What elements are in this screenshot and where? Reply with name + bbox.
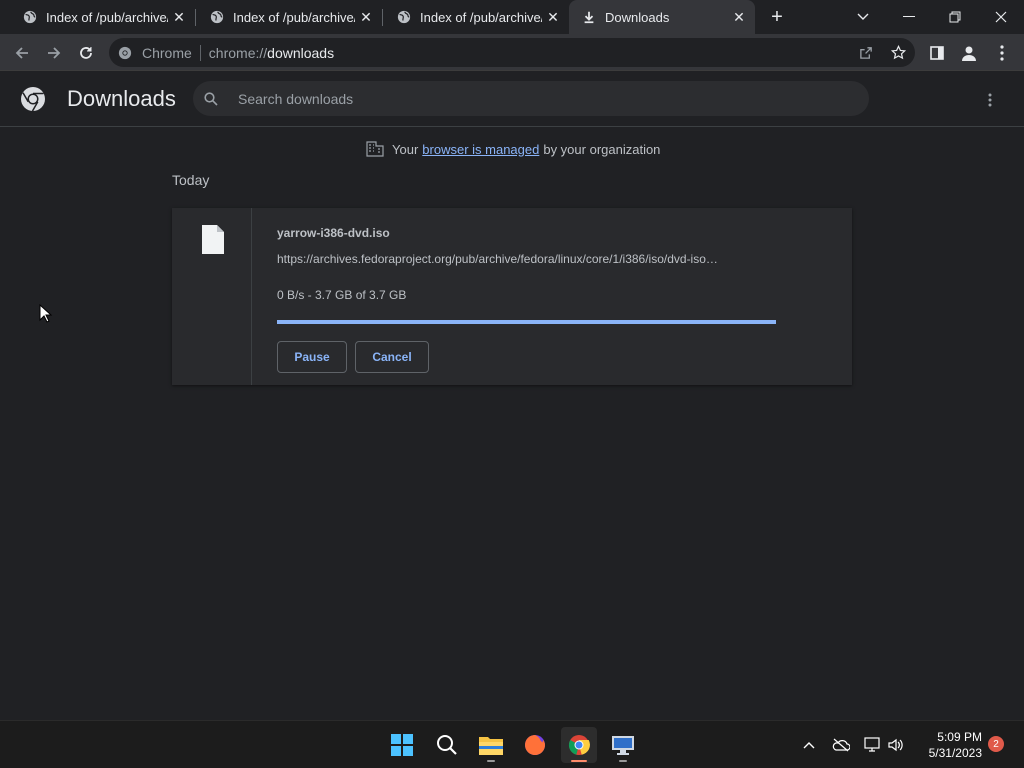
tab-downloads[interactable]: Downloads ✕ — [569, 0, 755, 34]
file-explorer-icon[interactable] — [473, 727, 509, 763]
managed-suffix: by your organization — [543, 141, 661, 157]
search-downloads-field[interactable] — [193, 81, 869, 116]
site-chip: Chrome — [142, 44, 192, 61]
file-icon — [202, 225, 224, 254]
download-icon — [581, 9, 597, 25]
running-indicator — [619, 760, 627, 762]
globe-icon — [396, 9, 412, 25]
mouse-cursor-icon — [39, 304, 53, 323]
globe-icon — [209, 9, 225, 25]
download-status: 0 B/s - 3.7 GB of 3.7 GB — [277, 288, 407, 302]
download-item: yarrow-i386-dvd.iso https://archives.fed… — [172, 208, 852, 385]
bookmark-star-icon[interactable] — [887, 41, 909, 63]
tab-index-1[interactable]: Index of /pub/archive/f ✕ — [0, 0, 195, 34]
clock-time: 5:09 PM — [937, 730, 982, 744]
cancel-button[interactable]: Cancel — [355, 341, 429, 373]
firefox-icon[interactable] — [517, 727, 553, 763]
minimize-icon[interactable] — [886, 0, 932, 34]
download-filename[interactable]: yarrow-i386-dvd.iso — [277, 226, 390, 240]
chrome-menu-icon[interactable] — [988, 39, 1016, 67]
running-indicator — [487, 760, 495, 762]
forward-icon[interactable] — [40, 39, 68, 67]
reload-icon[interactable] — [72, 39, 100, 67]
tab-title: Index of /pub/archive/f — [420, 9, 542, 25]
windows-taskbar: 5:09 PM 5/31/2023 2 — [0, 720, 1024, 768]
download-progress-bar — [277, 320, 776, 324]
onedrive-icon[interactable] — [831, 735, 851, 755]
show-hidden-icons-icon[interactable] — [799, 735, 819, 755]
active-indicator — [571, 760, 587, 762]
tab-search-icon[interactable] — [840, 0, 886, 34]
tab-title: Index of /pub/archive/f — [46, 9, 168, 25]
tab-index-2[interactable]: Index of /pub/archive/f ✕ — [187, 0, 382, 34]
remote-desktop-icon[interactable] — [605, 727, 641, 763]
share-icon[interactable] — [855, 41, 877, 63]
file-icon-column — [172, 208, 252, 385]
restore-icon[interactable] — [932, 0, 978, 34]
address-bar[interactable]: Chrome chrome://downloads — [109, 38, 915, 67]
managed-notice: Your browser is managed by your organiza… — [366, 141, 660, 157]
profile-icon[interactable] — [955, 39, 983, 67]
volume-icon[interactable] — [886, 735, 906, 755]
start-icon[interactable] — [384, 727, 420, 763]
downloads-header: Downloads — [0, 72, 1024, 127]
pause-button[interactable]: Pause — [277, 341, 347, 373]
building-icon — [366, 141, 384, 157]
back-icon[interactable] — [8, 39, 36, 67]
tab-title: Index of /pub/archive/f — [233, 9, 355, 25]
system-clock[interactable]: 5:09 PM 5/31/2023 — [914, 729, 982, 761]
search-input[interactable] — [238, 90, 838, 107]
download-url[interactable]: https://archives.fedoraproject.org/pub/a… — [277, 252, 777, 266]
tab-strip: Index of /pub/archive/f ✕ Index of /pub/… — [0, 0, 1024, 34]
chrome-logo-icon — [21, 87, 45, 112]
search-icon — [204, 91, 220, 107]
url-text: chrome://downloads — [208, 44, 335, 61]
close-tab-icon[interactable]: ✕ — [171, 9, 187, 25]
chrome-taskbar-icon[interactable] — [561, 727, 597, 763]
tab-title: Downloads — [605, 9, 670, 25]
more-actions-icon[interactable] — [978, 88, 1002, 112]
page-title: Downloads — [67, 86, 176, 111]
browser-toolbar: Chrome chrome://downloads — [0, 34, 1024, 71]
downloads-page: Downloads Your browser is managed by you… — [0, 72, 1024, 720]
notification-badge[interactable]: 2 — [988, 736, 1004, 752]
chrome-icon — [118, 45, 134, 61]
tab-index-3[interactable]: Index of /pub/archive/f ✕ — [374, 0, 569, 34]
download-progress-fill — [277, 320, 776, 324]
close-tab-icon[interactable]: ✕ — [731, 9, 747, 25]
date-section-header: Today — [172, 172, 210, 188]
clock-date: 5/31/2023 — [928, 746, 982, 760]
close-window-icon[interactable] — [978, 0, 1024, 34]
managed-link[interactable]: browser is managed — [422, 142, 539, 157]
globe-icon — [22, 9, 38, 25]
close-tab-icon[interactable]: ✕ — [358, 9, 374, 25]
new-tab-button[interactable]: + — [766, 6, 788, 28]
search-icon[interactable] — [429, 727, 465, 763]
network-icon[interactable] — [863, 735, 883, 755]
close-tab-icon[interactable]: ✕ — [545, 9, 561, 25]
side-panel-icon[interactable] — [923, 39, 951, 67]
omnibox-divider — [199, 44, 201, 61]
managed-prefix: Your — [392, 141, 419, 157]
